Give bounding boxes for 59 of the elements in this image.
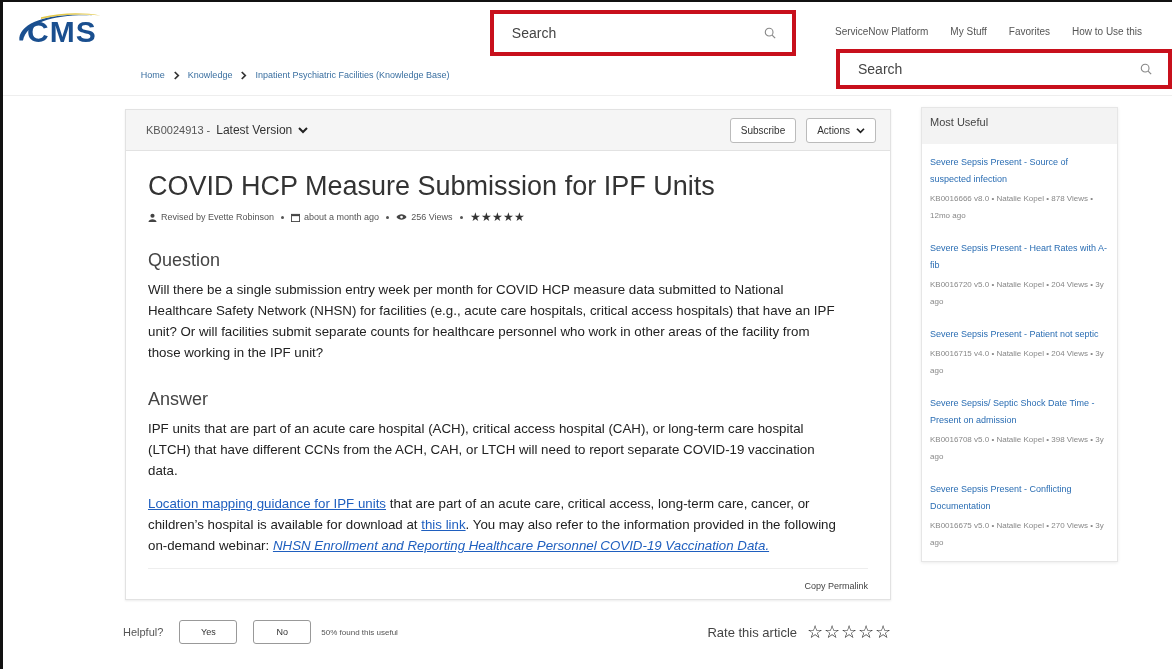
person-icon <box>148 212 157 222</box>
helpful-label: Helpful? <box>123 626 164 638</box>
section-heading: Question <box>148 250 222 271</box>
article-number: KB0024913 - <box>146 124 211 136</box>
nav-link[interactable]: ServiceNow Platform <box>835 26 929 37</box>
article-meta: KB0016708 v5.0 • Natalie Kopel • 398 Views • 3y ago <box>930 434 1105 463</box>
article-meta: KB0016720 v5.0 • Natalie Kopel • 204 Views • 3y ago <box>930 279 1105 308</box>
no-button[interactable]: No <box>253 620 312 644</box>
chevron-down-icon <box>298 126 309 134</box>
chevron-right-icon <box>172 70 180 80</box>
cms-logo[interactable]: CMS <box>3 2 139 58</box>
chevron-down-icon <box>856 126 865 134</box>
article-link[interactable]: Severe Sepsis Present - Source of suspected infection <box>930 154 1109 188</box>
eye-icon <box>396 213 408 221</box>
calendar-icon <box>291 212 301 222</box>
search-icon <box>763 27 776 39</box>
article-link[interactable]: Severe Sepsis/ Septic Shock Date Time - Present on admission <box>930 395 1109 429</box>
nav-link[interactable]: How to Use this <box>1072 26 1142 37</box>
article-link[interactable]: Severe Sepsis Present - Patient not septic <box>930 326 1109 343</box>
paragraph: Will there be a single submission entry week per month for COVID HCP measure data submitted to National Healthcare Safety Network (NHSN) for facilities (e.g., acute care hospitals, critical access hospitals) that have an IPF unit? Or will facilities submit separate counts for healthcare personnel who work in other areas of the facility from those working in the IPF unit? <box>148 281 836 362</box>
link[interactable]: NHSN Enrollment and Reporting Healthcare Personnel COVID-19 Vaccination Data. <box>272 538 770 553</box>
breadcrumb-link[interactable]: Home <box>140 70 165 80</box>
copy-permalink-link[interactable]: Copy Permalink <box>804 581 868 591</box>
nav-link[interactable]: My Stuff <box>950 26 987 37</box>
search-icon <box>1140 63 1152 75</box>
paragraph: IPF units that are part of an acute care hospital (ACH), critical access hospital (CAH), or long-term care hospital (LTCH) that have different CCNs from the ACH, CAH, or LTCH will need to report separate COVID-19 vaccination data. <box>148 420 816 480</box>
search-field[interactable]: Search <box>836 49 1172 89</box>
article-title: COVID HCP Measure Submission for IPF Units <box>148 171 716 202</box>
search-field[interactable]: Search <box>489 10 796 56</box>
star-rating-input[interactable]: ☆☆☆☆☆ <box>807 621 891 643</box>
star-rating: ★★★★★ <box>469 210 525 224</box>
actions-button[interactable]: Actions <box>806 117 876 143</box>
date-text: about a month ago <box>304 212 380 222</box>
subscribe-button[interactable]: Subscribe <box>729 117 797 143</box>
article-meta: KB0016675 v5.0 • Natalie Kopel • 270 Views • 3y ago <box>930 520 1105 549</box>
separator-dot <box>386 215 390 219</box>
article-meta: KB0016666 v8.0 • Natalie Kopel • 878 Views • 12mo ago <box>930 193 1095 222</box>
version-dropdown[interactable]: Latest Version <box>214 123 311 137</box>
article-link[interactable]: Severe Sepsis Present - Conflicting Documentation <box>930 481 1109 515</box>
breadcrumb-link[interactable]: Knowledge <box>187 70 233 80</box>
rate-label: Rate this article <box>707 624 797 640</box>
panel-title: Most Useful <box>922 108 1117 144</box>
breadcrumb-link[interactable]: Inpatient Psychiatric Facilities (Knowledge Base) <box>255 70 450 80</box>
author-text: Revised by Evette Robinson <box>161 212 275 222</box>
link[interactable]: this link <box>421 517 466 532</box>
search-input[interactable]: Search <box>493 25 764 41</box>
link[interactable]: Location mapping guidance for IPF units <box>148 496 386 511</box>
article-meta: KB0016715 v4.0 • Natalie Kopel • 204 Views • 3y ago <box>930 348 1105 377</box>
section-heading: Answer <box>148 389 210 410</box>
yes-button[interactable]: Yes <box>179 620 238 644</box>
chevron-right-icon <box>240 70 248 80</box>
separator-dot <box>459 215 463 219</box>
nav-link[interactable]: Favorites <box>1008 26 1050 37</box>
views-text: 256 Views <box>411 212 453 222</box>
separator-dot <box>281 215 285 219</box>
paragraph: Location mapping guidance for IPF units that are part of an acute care, critical access, long-term care, cancer, or children’s hospital is available for download at this link. You may also refer to the information provided in the following on-demand webinar: NHSN Enrollment and Reporting Healthcare Personnel COVID-19 Vaccination Data. <box>148 495 837 555</box>
search-input[interactable]: Search <box>840 61 1140 77</box>
useful-note: 50% found this useful <box>321 627 398 637</box>
article-link[interactable]: Severe Sepsis Present - Heart Rates with A-fib <box>930 240 1109 274</box>
